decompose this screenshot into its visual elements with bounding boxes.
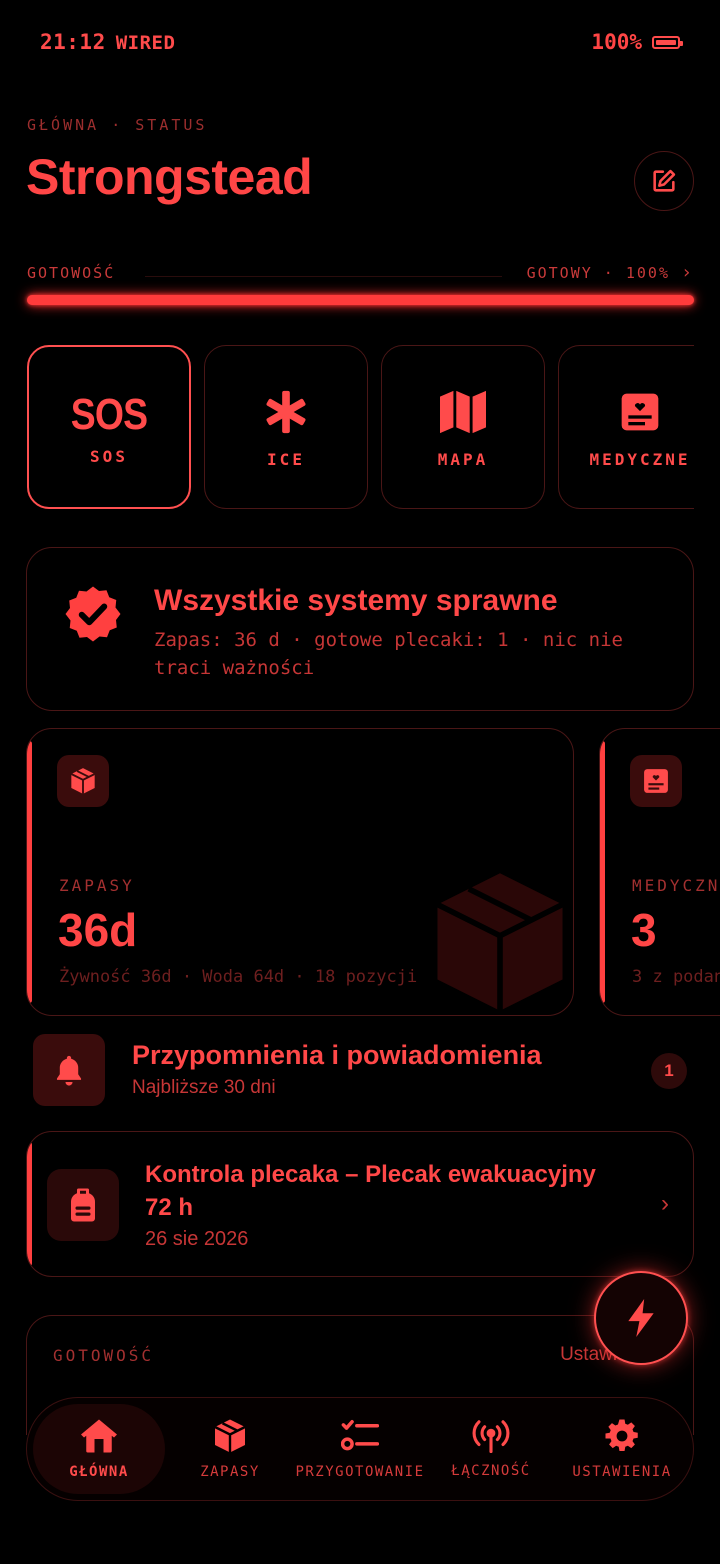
backpack-icon <box>47 1169 119 1241</box>
nav-item-supplies[interactable]: ZAPASY <box>165 1398 295 1500</box>
page-title: Strongstead <box>26 149 313 205</box>
card-accent <box>27 741 32 1003</box>
system-status-card[interactable]: Wszystkie systemy sprawne Zapas: 36 d · … <box>26 547 694 711</box>
asterisk-icon <box>263 386 309 438</box>
status-bar: 21:12 WIRED 100% <box>40 30 683 60</box>
quick-actions: SOS SOS ICE MAPA MEDYCZNE <box>27 345 694 510</box>
nav-item-home[interactable]: GŁÓWNA <box>33 1398 165 1500</box>
reminder-date: 26 sie 2026 <box>145 1228 249 1250</box>
readiness-progress-fill <box>27 295 694 305</box>
metrics-carousel[interactable]: ZAPASY 36d Żywność 36d · Woda 64d · 18 p… <box>26 728 720 1018</box>
medical-card-icon <box>620 386 660 438</box>
nav-item-connectivity[interactable]: ŁĄCZNOŚĆ <box>425 1398 557 1500</box>
tile-ice[interactable]: ICE <box>204 345 368 509</box>
nav-label: GŁÓWNA <box>69 1464 129 1480</box>
box-icon <box>214 1419 246 1453</box>
edit-icon <box>653 169 676 192</box>
nav-label: ZAPASY <box>200 1464 260 1480</box>
metric-card-supplies[interactable]: ZAPASY 36d Żywność 36d · Woda 64d · 18 p… <box>26 728 574 1016</box>
readiness-divider <box>145 276 502 277</box>
tile-medical[interactable]: MEDYCZNE <box>558 345 694 509</box>
box-icon <box>57 755 109 807</box>
nav-item-preparation[interactable]: PRZYGOTOWANIE <box>295 1398 425 1500</box>
checklist-icon <box>341 1420 379 1451</box>
status-time-network: 21:12 WIRED <box>40 30 175 54</box>
card-accent <box>27 1142 32 1266</box>
verified-badge-icon <box>63 584 123 649</box>
reminder-item[interactable]: Kontrola plecaka – Plecak ewakuacyjny 72… <box>26 1131 694 1277</box>
tile-label: MEDYCZNE <box>589 449 691 469</box>
map-icon <box>440 386 486 438</box>
nav-label: USTAWIENIA <box>572 1464 672 1480</box>
metric-label: MEDYCZNE <box>632 876 720 895</box>
nav-label: ŁĄCZNOŚĆ <box>451 1463 531 1479</box>
medical-card-icon <box>630 755 682 807</box>
chevron-right-icon: › <box>661 1190 669 1217</box>
antenna-icon <box>472 1420 510 1453</box>
battery-level: 100% <box>591 30 642 54</box>
bell-icon <box>33 1034 105 1106</box>
readiness-value: GOTOWY · 100% <box>526 264 670 282</box>
card-accent <box>600 741 605 1003</box>
metric-label: ZAPASY <box>59 876 135 895</box>
system-status-subtitle: Zapas: 36 d · gotowe plecaki: 1 · nic ni… <box>154 629 623 679</box>
lightning-icon <box>628 1299 654 1337</box>
nav-label: PRZYGOTOWANIE <box>295 1464 425 1480</box>
tile-sos[interactable]: SOS SOS <box>27 345 191 509</box>
reminder-title: Kontrola plecaka – Plecak ewakuacyjny 72… <box>145 1161 596 1221</box>
quick-action-fab[interactable] <box>594 1271 688 1365</box>
metric-value: 36d <box>58 904 138 956</box>
battery-icon <box>652 35 683 49</box>
nav-item-settings[interactable]: USTAWIENIA <box>557 1398 687 1500</box>
reminders-title: Przypomnienia i powiadomienia <box>132 1040 542 1070</box>
gear-icon <box>605 1419 638 1451</box>
readiness-row[interactable]: GOTOWOŚĆ GOTOWY · 100% › <box>27 262 694 284</box>
chevron-right-icon: › <box>681 262 694 283</box>
readiness-label: GOTOWOŚĆ <box>27 264 116 282</box>
system-status-title: Wszystkie systemy sprawne <box>154 584 558 617</box>
tile-map[interactable]: MAPA <box>381 345 545 509</box>
metric-subtitle: 3 z podanymi <box>632 967 720 987</box>
reminders-subtitle: Najbliższe 30 dni <box>132 1077 276 1098</box>
box-watermark-icon <box>436 873 564 1011</box>
bottom-navigation: GŁÓWNA ZAPASY PRZYGOTOWANIE ŁĄCZNOŚĆ UST… <box>26 1397 694 1501</box>
metric-card-medical[interactable]: MEDYCZNE 3 3 z podanymi <box>599 728 720 1016</box>
status-network: WIRED <box>115 32 176 54</box>
home-icon <box>81 1419 117 1453</box>
breadcrumb: GŁÓWNA · STATUS <box>27 116 208 134</box>
readiness-card-label: GOTOWOŚĆ <box>53 1346 155 1365</box>
edit-button[interactable] <box>634 151 694 211</box>
readiness-progress-bar <box>27 295 694 305</box>
metric-value: 3 <box>631 904 657 956</box>
tile-label: MAPA <box>437 449 489 469</box>
status-battery: 100% <box>591 30 683 54</box>
sos-icon: SOS <box>70 389 148 439</box>
reminders-count-badge: 1 <box>651 1053 687 1089</box>
tile-label: SOS <box>90 446 128 466</box>
status-time: 21:12 <box>40 30 106 54</box>
tile-label: ICE <box>267 449 305 469</box>
metric-subtitle: Żywność 36d · Woda 64d · 18 pozycji <box>59 967 418 987</box>
